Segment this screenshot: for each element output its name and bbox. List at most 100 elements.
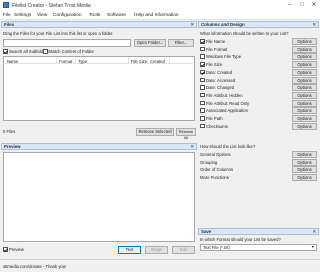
column-options-button[interactable]: Options: [292, 99, 317, 107]
column-option-checkbox[interactable]: [200, 46, 205, 52]
column-option-label: File Attribut: Read Only: [206, 100, 250, 106]
save-panel-title: Save: [201, 229, 212, 234]
preview-panel-header: Preview ✕: [1, 143, 197, 150]
column-options-button[interactable]: Options: [292, 84, 317, 92]
column-option-checkbox[interactable]: [200, 116, 205, 121]
column-options-button[interactable]: Options: [292, 107, 317, 115]
column-option-label: File Format: [206, 46, 228, 52]
column-option-checkbox[interactable]: [200, 62, 205, 67]
preview-panel-title: Preview: [4, 144, 21, 149]
column-options-button[interactable]: Options: [292, 91, 317, 99]
column-type[interactable]: Type: [78, 59, 87, 64]
columns-question: What information should be written to yo…: [200, 31, 289, 36]
look-option-label: More Functions: [200, 175, 229, 181]
search-subfolders-checkbox[interactable]: [3, 49, 8, 54]
column-option-checkbox[interactable]: [200, 69, 205, 75]
column-option-checkbox[interactable]: [200, 100, 205, 106]
column-file-size[interactable]: File Size: [131, 59, 147, 64]
close-icon[interactable]: ✕: [308, 0, 320, 11]
look-options-button[interactable]: Options: [292, 174, 317, 182]
minimize-icon[interactable]: –: [284, 0, 296, 11]
column-format[interactable]: Format: [59, 59, 72, 64]
column-options-button[interactable]: Options: [292, 76, 317, 84]
remove-all-button[interactable]: Remove All: [176, 128, 196, 140]
column-options-button[interactable]: Options: [292, 45, 317, 53]
look-option-label: Grouping: [200, 159, 218, 165]
preview-checkbox[interactable]: [3, 247, 8, 252]
column-option-label: File Path: [206, 116, 223, 121]
preview-label: Preview: [9, 247, 24, 252]
column-options-button[interactable]: Options: [292, 38, 317, 45]
tab-edit[interactable]: Edit: [172, 246, 195, 254]
title-bar: Filelist Creator - Stefan Trost Media – …: [0, 0, 320, 11]
menu-bar: File Settings View Configuration Tools S…: [0, 11, 320, 20]
menu-software[interactable]: Software: [107, 13, 126, 18]
match-content-label: Match Content of Folder: [49, 49, 94, 54]
column-option-label: File Name: [206, 39, 226, 44]
column-option-checkbox[interactable]: [200, 54, 205, 59]
format-select-value: Text File (*.txt): [203, 245, 230, 250]
look-question: How should the List look like?: [200, 144, 256, 149]
look-option-label: General Options: [200, 152, 231, 157]
panel-close-icon[interactable]: ✕: [190, 144, 194, 149]
tab-image[interactable]: Image: [145, 246, 168, 254]
menu-help[interactable]: Help and Information: [134, 13, 179, 18]
open-folder-button[interactable]: Open Folder...: [134, 39, 166, 47]
save-question: In which Format should your List be save…: [200, 237, 281, 242]
menu-file[interactable]: File: [3, 13, 11, 18]
panel-close-icon[interactable]: ✕: [190, 22, 194, 27]
remove-selected-button[interactable]: Remove Selected: [136, 128, 174, 136]
menu-settings[interactable]: Settings: [14, 13, 31, 18]
menu-configuration[interactable]: Configuration: [53, 13, 82, 18]
preview-area[interactable]: [3, 152, 195, 242]
save-panel-header: Save ✕: [198, 228, 319, 235]
column-options-button[interactable]: Options: [292, 68, 317, 76]
look-options-button[interactable]: Options: [292, 166, 317, 174]
column-option-label: File Attribut: Hidden: [206, 92, 243, 98]
column-options-button[interactable]: Options: [292, 61, 317, 69]
column-name[interactable]: Name: [7, 59, 18, 64]
column-option-label: Date: Accessed: [206, 77, 236, 83]
panel-close-icon[interactable]: ✕: [312, 229, 316, 234]
column-option-checkbox[interactable]: [200, 85, 205, 90]
match-content-checkbox[interactable]: [43, 49, 48, 54]
window-title: Filelist Creator - Stefan Trost Media: [12, 2, 91, 9]
format-select[interactable]: Text File (*.txt) ▼: [200, 244, 317, 251]
column-created[interactable]: Created: [150, 59, 165, 64]
column-option-checkbox[interactable]: [200, 77, 205, 82]
column-option-checkbox[interactable]: [200, 108, 205, 113]
file-list-header: Name Format Type File Size Created: [4, 57, 194, 64]
file-list[interactable]: Name Format Type File Size Created: [3, 56, 195, 121]
column-option-label: Windows File Type: [206, 54, 242, 60]
status-text[interactable]: sttmedia.com/donate - Thank you!: [3, 264, 66, 269]
column-option-checkbox[interactable]: [200, 92, 205, 98]
app-icon: [3, 2, 9, 8]
menu-tools[interactable]: Tools: [89, 13, 100, 18]
column-option-checkbox[interactable]: [200, 123, 205, 129]
maximize-icon[interactable]: □: [296, 0, 308, 11]
column-option-label: Date: Created: [206, 69, 233, 75]
columns-panel-title: Columns and Design: [201, 22, 245, 27]
menu-view[interactable]: View: [37, 13, 47, 18]
column-options-button[interactable]: Options: [292, 53, 317, 61]
chevron-down-icon: ▼: [310, 245, 315, 249]
column-options-button[interactable]: Options: [292, 115, 317, 122]
filter-button[interactable]: Filter...: [168, 39, 194, 47]
files-panel-header: Files ✕: [1, 21, 197, 28]
files-panel-title: Files: [4, 22, 15, 27]
columns-panel-header: Columns and Design ✕: [198, 21, 319, 28]
column-option-label: Checksums: [206, 123, 228, 129]
path-input[interactable]: [3, 39, 131, 47]
look-option-label: Order of Columns: [200, 167, 234, 173]
column-option-label: Date: Changed: [206, 85, 235, 91]
look-options-button[interactable]: Options: [292, 151, 317, 158]
panel-close-icon[interactable]: ✕: [312, 22, 316, 27]
files-hint: Drag the Files for your File List into t…: [3, 31, 114, 36]
file-count: 0 Files: [3, 129, 16, 134]
column-option-label: File Size: [206, 62, 223, 68]
status-bar: sttmedia.com/donate - Thank you!: [0, 259, 320, 272]
column-options-button[interactable]: Options: [292, 122, 317, 130]
tab-text[interactable]: Text: [118, 246, 141, 254]
look-options-button[interactable]: Options: [292, 158, 317, 166]
column-option-checkbox[interactable]: [200, 39, 205, 44]
